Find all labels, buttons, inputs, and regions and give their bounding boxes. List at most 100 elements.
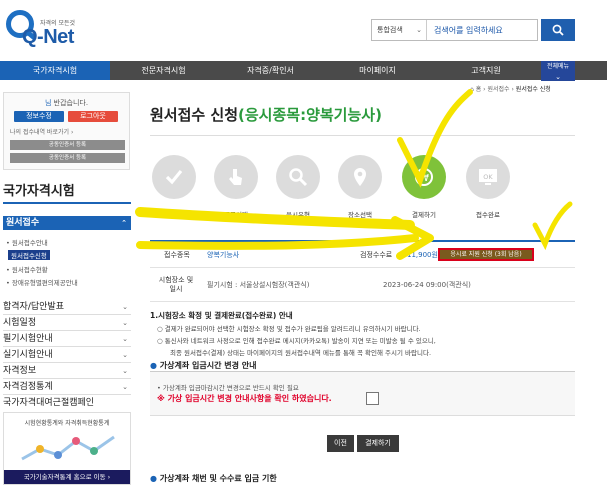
step-field	[214, 155, 258, 199]
notice-item: 최종 원서접수(결제) 상태는 마이페이지의 원서접수내역 메뉴를 통해 꼭 확…	[170, 349, 432, 357]
sidebar-sub-status-label: 원서접수현황	[11, 266, 48, 274]
banner-text: 시험현황통계와 자격취득현황통계	[24, 420, 110, 427]
step-label-type: 응시유형	[286, 211, 310, 219]
sidebar-item-schedule[interactable]: 시험일정 ⌄	[3, 316, 131, 331]
prev-button[interactable]: 이전	[327, 435, 354, 452]
section-heading-label: 가상계좌 입금시간 변경 안내	[159, 361, 257, 370]
field-label: 접수종목	[164, 251, 190, 259]
chevron-down-icon: ⌄	[416, 26, 422, 34]
annotation-check-mark	[532, 201, 573, 251]
gnb-mypage[interactable]: 마이페이지	[324, 61, 431, 80]
login-box: 님 반갑습니다. 정보수정 로그아웃 나의 접수내역 바로가기 › 공동인증서 …	[3, 92, 130, 170]
sidebar-sub-apply[interactable]: 원서접수신청	[8, 250, 50, 260]
info-row-place: 시험장소 및 일시 필기시험 : 서울상설시험장(객관식) 2023-06-24…	[150, 268, 575, 302]
search-icon	[552, 24, 564, 36]
sidebar-sub-status[interactable]: • 원서접수현황	[6, 264, 48, 274]
edit-info-button[interactable]: 정보수정	[14, 111, 64, 122]
step-label-qualification: 자격선택	[162, 211, 186, 219]
sidebar-item-label: 자격검정통계	[3, 382, 53, 392]
sidebar-sub-disability-label: 장애유형별편의제공안내	[11, 279, 78, 287]
sidebar-item-written[interactable]: 필기시험안내 ⌄	[3, 332, 131, 347]
search-icon	[289, 168, 308, 187]
notice-item: ○ 통신사와 네트워크 사정으로 인해 접수완료 메시지(카카오톡) 발송이 지…	[157, 337, 436, 345]
search-category-select[interactable]: 통합검색 ⌄	[372, 20, 427, 40]
notice-item: ○ 결제가 완료되어야 선택한 시험장소 확정 및 접수가 완료됨을 알려드리니…	[157, 325, 421, 333]
search-input[interactable]	[428, 20, 537, 40]
breadcrumb-application[interactable]: 원서접수	[487, 86, 509, 93]
gnb-support[interactable]: 고객지원	[431, 61, 541, 80]
step-label-payment: 결제하기	[412, 211, 436, 219]
chevron-up-icon: ⌃	[121, 219, 127, 227]
step-label-field: 종목선택	[224, 211, 248, 219]
sidebar-sub-guide[interactable]: • 원서접수안내	[6, 237, 48, 247]
won-coin-icon: ₩	[415, 168, 433, 186]
page: 자격의 모든것 Q-Net 통합검색 ⌄ 국가자격시험 전문자격시험 자격증/확…	[0, 0, 607, 495]
all-menu-button[interactable]: 전체메뉴 ⌄	[541, 61, 575, 81]
gnb-national-exam[interactable]: 국가자격시험	[0, 61, 110, 80]
page-title-sub: (응시종목:양복기능사)	[238, 106, 382, 124]
place-value: 필기시험 : 서울상설시험장(객관식)	[207, 281, 310, 289]
deposit-notice-text: • 가상계좌 입금마감시간 변경으로 반드시 확인 필요	[157, 384, 299, 392]
user-name: 님	[44, 99, 52, 107]
breadcrumb: ⌂ 홈 › 원서접수 › 원서접수 신청	[470, 86, 551, 93]
step-complete: OK	[466, 155, 510, 199]
sidebar-section-application[interactable]: 원서접수 ⌃	[3, 216, 131, 230]
sidebar-title: 국가자격시험	[3, 184, 75, 199]
chevron-down-icon: ⌄	[122, 319, 128, 327]
banner-bar-label: 국가기술자격통계 홈으로 이동	[23, 473, 106, 481]
sidebar-title-underline	[3, 202, 131, 204]
sidebar-sub-disability[interactable]: • 장애유형별편의제공안내	[6, 277, 78, 287]
section-heading-deposit-time: ● 가상계좌 입금시간 변경 안내	[150, 360, 256, 371]
notice-title: 1.시험장소 확정 및 결제완료(접수완료) 안내	[150, 311, 293, 320]
sidebar-item-label: 필기시험안내	[3, 334, 53, 344]
sidebar-item-campaign[interactable]: 국가자격대여근절캠페인	[3, 396, 131, 411]
logout-button[interactable]: 로그아웃	[68, 111, 118, 122]
sidebar-item-practical[interactable]: 실기시험안내 ⌄	[3, 348, 131, 363]
sidebar-item-label: 시험일정	[3, 318, 37, 328]
breadcrumb-home[interactable]: 홈	[476, 86, 482, 93]
search-category-label: 통합검색	[377, 26, 403, 34]
statistics-banner[interactable]: 시험현황통계와 자격취득현황통계 국가기술자격통계 홈으로 이동 ›	[3, 412, 131, 485]
gnb-professional-exam[interactable]: 전문자격시험	[110, 61, 217, 80]
chevron-right-icon: ›	[70, 129, 74, 136]
certificate-register-button[interactable]: 공동인증서 등록	[10, 140, 125, 150]
bullet-icon: ●	[150, 474, 157, 483]
breadcrumb-current: 원서접수 신청	[515, 86, 551, 93]
banner-bar[interactable]: 국가기술자격통계 홈으로 이동 ›	[4, 470, 130, 484]
sidebar-item-statistics[interactable]: 자격검정통계 ⌄	[3, 380, 131, 395]
statistics-chart-icon	[21, 435, 115, 461]
certificate-register-button-2[interactable]: 공동인증서 등록	[10, 153, 125, 163]
deposit-confirm-text: ※ 가상 입금시간 변경 안내사항을 확인 하였습니다.	[157, 394, 332, 403]
check-icon	[165, 169, 183, 185]
sidebar: 님 반갑습니다. 정보수정 로그아웃 나의 접수내역 바로가기 › 공동인증서 …	[0, 84, 134, 495]
fee-support-button[interactable]: 응시료 지원 신청 (3회 남음)	[438, 248, 534, 261]
deposit-confirm-checkbox[interactable]	[366, 392, 379, 405]
sidebar-item-label: 자격정보	[3, 366, 37, 376]
sidebar-item-label: 합격자/답안발표	[3, 302, 64, 312]
chevron-down-icon: ⌄	[122, 335, 128, 343]
map-pin-icon	[354, 168, 366, 186]
section-heading-account: ● 가상계좌 채번 및 수수료 입금 기한	[150, 473, 277, 484]
fee-label: 검정수수료	[360, 251, 393, 259]
step-type	[276, 155, 320, 199]
search-button[interactable]	[541, 19, 575, 41]
greeting-text: 반갑습니다.	[53, 99, 89, 107]
step-qualification	[152, 155, 196, 199]
sidebar-item-results[interactable]: 합격자/답안발표 ⌄	[3, 300, 131, 315]
sidebar-item-label: 국가자격대여근절캠페인	[3, 398, 95, 408]
step-payment: ₩	[402, 155, 446, 199]
sidebar-item-qualification[interactable]: 자격정보 ⌄	[3, 364, 131, 379]
pay-button[interactable]: 결제하기	[357, 435, 399, 452]
page-title-main: 원서접수 신청	[150, 106, 239, 124]
ok-screen-icon: OK	[479, 169, 497, 185]
chevron-down-icon: ⌄	[122, 303, 128, 311]
qnet-logo[interactable]: 자격의 모든것 Q-Net	[6, 4, 96, 54]
my-application-link[interactable]: 나의 접수내역 바로가기 ›	[10, 127, 73, 136]
chevron-down-icon: ⌄	[555, 73, 561, 81]
gnb-certificate[interactable]: 자격증/확인서	[217, 61, 324, 80]
step-label-place: 장소선택	[348, 211, 372, 219]
home-icon[interactable]: ⌂	[470, 86, 474, 93]
fee-value: 11,900원	[407, 251, 438, 259]
date-value: 2023-06-24 09:00(객관식)	[383, 281, 471, 289]
greeting: 님 반갑습니다.	[4, 98, 129, 108]
